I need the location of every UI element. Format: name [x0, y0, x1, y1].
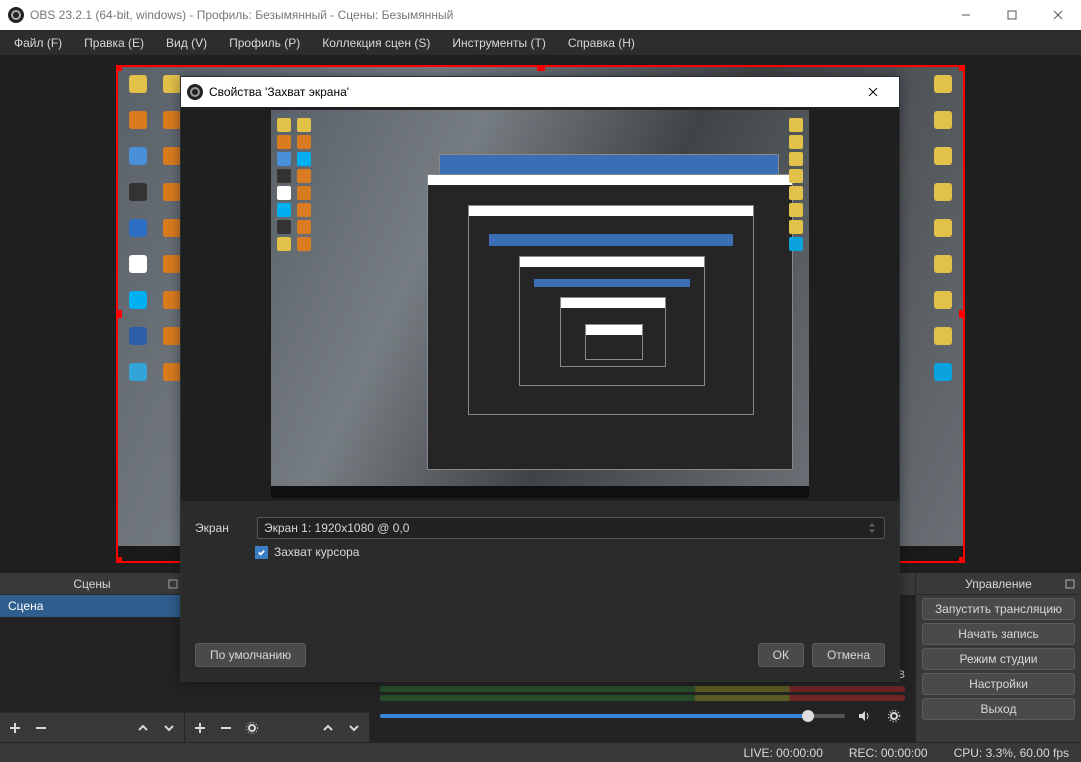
scene-move-up-button[interactable]	[132, 717, 154, 739]
controls-dock: Управление Запустить трансляцию Начать з…	[916, 573, 1081, 742]
menu-file[interactable]: Файл (F)	[4, 32, 72, 54]
ok-button[interactable]: ОК	[758, 643, 804, 667]
dialog-titlebar: Свойства 'Захват экрана'	[181, 77, 899, 107]
window-close-button[interactable]	[1035, 0, 1081, 30]
add-scene-button[interactable]	[4, 717, 26, 739]
dialog-title: Свойства 'Захват экрана'	[209, 85, 349, 99]
start-recording-button[interactable]: Начать запись	[922, 623, 1075, 645]
screen-select[interactable]: Экран 1: 1920x1080 @ 0,0	[257, 517, 885, 539]
menu-help[interactable]: Справка (H)	[558, 32, 645, 54]
speaker-icon[interactable]	[853, 705, 875, 727]
popout-icon[interactable]	[1065, 578, 1077, 590]
source-move-up-button[interactable]	[317, 717, 339, 739]
menu-profile[interactable]: Профиль (P)	[219, 32, 310, 54]
controls-title: Управление	[965, 577, 1032, 591]
window-titlebar: OBS 23.2.1 (64-bit, windows) - Профиль: …	[0, 0, 1081, 30]
mixer-meter	[380, 686, 905, 692]
remove-scene-button[interactable]	[30, 717, 52, 739]
settings-button[interactable]: Настройки	[922, 673, 1075, 695]
scenes-title: Сцены	[73, 577, 110, 591]
source-properties-button[interactable]	[241, 717, 263, 739]
capture-cursor-checkbox[interactable]	[255, 546, 268, 559]
add-source-button[interactable]	[189, 717, 211, 739]
mixer-volume-slider[interactable]	[380, 714, 845, 718]
status-cpu: CPU: 3.3%, 60.00 fps	[954, 746, 1069, 760]
capture-cursor-label: Захват курсора	[274, 545, 359, 559]
defaults-button[interactable]: По умолчанию	[195, 643, 306, 667]
scenes-dock: Сцены Сцена	[0, 573, 185, 742]
status-live: LIVE: 00:00:00	[743, 746, 822, 760]
menu-bar: Файл (F) Правка (E) Вид (V) Профиль (P) …	[0, 30, 1081, 56]
menu-edit[interactable]: Правка (E)	[74, 32, 154, 54]
popout-icon[interactable]	[168, 578, 180, 590]
screen-label: Экран	[195, 521, 245, 535]
gear-icon[interactable]	[883, 705, 905, 727]
dialog-form: Экран Экран 1: 1920x1080 @ 0,0 Захват ку…	[181, 501, 899, 569]
status-bar: LIVE: 00:00:00 REC: 00:00:00 CPU: 3.3%, …	[0, 742, 1081, 762]
mixer-meter	[380, 695, 905, 701]
menu-view[interactable]: Вид (V)	[156, 32, 217, 54]
source-move-down-button[interactable]	[343, 717, 365, 739]
chevron-updown-icon	[864, 521, 880, 535]
obs-logo-icon	[187, 84, 203, 100]
properties-dialog: Свойства 'Захват экрана'	[180, 76, 900, 682]
dialog-close-button[interactable]	[853, 77, 893, 107]
status-rec: REC: 00:00:00	[849, 746, 928, 760]
window-title: OBS 23.2.1 (64-bit, windows) - Профиль: …	[30, 8, 453, 22]
screen-select-value: Экран 1: 1920x1080 @ 0,0	[264, 521, 409, 535]
start-streaming-button[interactable]: Запустить трансляцию	[922, 598, 1075, 620]
exit-button[interactable]: Выход	[922, 698, 1075, 720]
obs-logo-icon	[8, 7, 24, 23]
menu-tools[interactable]: Инструменты (T)	[442, 32, 555, 54]
window-minimize-button[interactable]	[943, 0, 989, 30]
dialog-preview	[181, 107, 899, 501]
window-maximize-button[interactable]	[989, 0, 1035, 30]
menu-scene-collection[interactable]: Коллекция сцен (S)	[312, 32, 440, 54]
remove-source-button[interactable]	[215, 717, 237, 739]
studio-mode-button[interactable]: Режим студии	[922, 648, 1075, 670]
scene-item[interactable]: Сцена	[0, 595, 184, 617]
scene-move-down-button[interactable]	[158, 717, 180, 739]
cancel-button[interactable]: Отмена	[812, 643, 885, 667]
